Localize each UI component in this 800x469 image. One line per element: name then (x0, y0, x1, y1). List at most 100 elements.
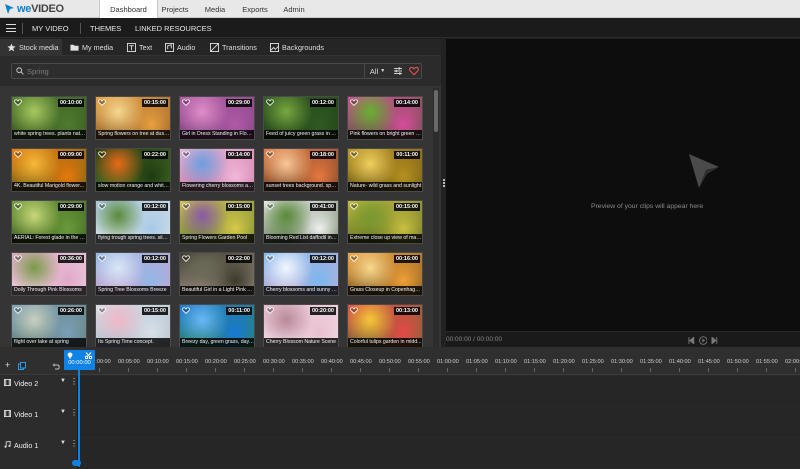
copy-icon[interactable] (18, 362, 26, 370)
chevron-down-icon[interactable]: ▼ (60, 409, 66, 415)
favorite-heart-icon[interactable] (266, 203, 274, 210)
stock-clip-tile[interactable]: 00:29:00 AERIAL: Forest glade in the sun (11, 200, 87, 244)
search-input[interactable] (27, 65, 347, 77)
stock-clip-tile[interactable]: 00:15:00 Spring flowers on tree at dusk..… (95, 96, 171, 140)
stock-clip-tile[interactable]: 00:11:00 Breezy day, green grass, day, s.… (179, 304, 255, 347)
preview-timecode: 00:00:00 / 00:00:00 (446, 336, 503, 343)
scroll-thumb[interactable] (434, 90, 438, 132)
stock-clip-tile[interactable]: 00:12:00 Spring Tree Blossoms Breeze (95, 252, 171, 296)
stock-clip-tile[interactable]: 00:14:00 Pink flowers on bright green gr.… (347, 96, 423, 140)
stock-clip-tile[interactable]: 00:10:00 white spring trees. plants natu.… (11, 96, 87, 140)
kebab-menu-icon[interactable]: ⋮ (70, 409, 78, 417)
stock-clip-tile[interactable]: 00:13:00 Colorful tulips garden in midd..… (347, 304, 423, 347)
tab-transitions[interactable]: Transitions (210, 39, 257, 56)
stock-clip-tile[interactable]: 00:14:00 Flowering cherry blossoms and... (179, 148, 255, 192)
stock-clip-tile[interactable]: 00:12:00 Cherry blossoms and sunny sk... (263, 252, 339, 296)
track-drop-zone[interactable] (80, 438, 800, 468)
ruler-tick-mark (302, 368, 303, 372)
tab-label: Audio (177, 43, 196, 52)
stock-clip-tile[interactable]: 00:12:00 flying trough spring trees. silh… (95, 200, 171, 244)
tab-my-media[interactable]: My media (70, 39, 113, 56)
favorite-heart-icon[interactable] (182, 203, 190, 210)
stock-clip-tile[interactable]: 00:11:00 Nature- wild grass and sunlight (347, 148, 423, 192)
stock-clip-tile[interactable]: 00:16:00 Grass Closeup in Copenhagen, ... (347, 252, 423, 296)
skip-forward-icon[interactable] (711, 336, 718, 344)
add-track-button[interactable]: + (5, 360, 10, 370)
favorite-heart-icon[interactable] (98, 203, 106, 210)
scissors-icon[interactable] (85, 352, 92, 359)
favorite-heart-icon[interactable] (98, 255, 106, 262)
grid-scrollbar[interactable] (433, 88, 439, 347)
topnav-projects[interactable]: Projects (158, 0, 192, 18)
chevron-down-icon[interactable]: ▼ (60, 440, 66, 446)
favorite-heart-icon[interactable] (14, 307, 22, 314)
stock-clip-tile[interactable]: 00:36:00 Dolly Through Pink Blossoms (11, 252, 87, 296)
sliders-icon[interactable] (393, 66, 403, 76)
tab-stock-media[interactable]: Stock media (0, 39, 62, 56)
favorite-heart-icon[interactable] (182, 151, 190, 158)
stock-clip-tile[interactable]: 00:22:00 Beautiful Girl in a Light Pink D… (179, 252, 255, 296)
stock-clip-tile[interactable]: 00:26:00 flight over lake at spring (11, 304, 87, 347)
stock-clip-tile[interactable]: 00:15:00 Extreme close up view of mars... (347, 200, 423, 244)
favorite-heart-icon[interactable] (350, 203, 358, 210)
themes-menu[interactable]: THEMES (90, 19, 121, 38)
favorite-heart-icon[interactable] (14, 99, 22, 106)
favorite-heart-icon[interactable] (14, 255, 22, 262)
stock-clip-tile[interactable]: 00:12:00 Feed of juicy green grass in wo.… (263, 96, 339, 140)
stock-clip-tile[interactable]: 00:22:00 slow motion orange and white ... (95, 148, 171, 192)
ruler-tick-mark (215, 368, 216, 372)
track-drop-zone[interactable] (80, 376, 800, 406)
film-icon (4, 410, 11, 417)
topnav-exports[interactable]: Exports (238, 0, 272, 18)
favorite-heart-icon[interactable] (350, 151, 358, 158)
ruler-tick-label: 01:25:00 (582, 359, 604, 365)
wevideo-logo[interactable]: we VIDEO (5, 2, 64, 16)
favorite-heart-icon[interactable] (98, 307, 106, 314)
track-drop-zone[interactable] (80, 407, 800, 437)
clip-duration: 00:18:00 (309, 151, 336, 159)
favorite-heart-icon[interactable] (182, 255, 190, 262)
undo-icon[interactable] (52, 362, 60, 370)
favorite-heart-icon[interactable] (14, 151, 22, 158)
playhead-marker[interactable]: 00:00:00 (64, 350, 95, 370)
play-icon[interactable] (698, 335, 708, 345)
favorite-heart-icon[interactable] (266, 99, 274, 106)
hamburger-menu-icon[interactable] (6, 24, 16, 32)
stock-clip-tile[interactable]: 00:09:00 4K. Beautiful Marigold flower... (11, 148, 87, 192)
favorite-heart-icon[interactable] (182, 307, 190, 314)
tab-backgrounds[interactable]: Backgrounds (270, 39, 324, 56)
linked-resources-menu[interactable]: LINKED RESOURCES (135, 19, 212, 38)
favorite-heart-icon[interactable] (182, 99, 190, 106)
topnav-media[interactable]: Media (198, 0, 232, 18)
stock-clip-tile[interactable]: 00:29:00 Girl in Dress Standing in Flowe.… (179, 96, 255, 140)
favorite-heart-icon[interactable] (350, 99, 358, 106)
favorite-heart-icon[interactable] (98, 151, 106, 158)
favorite-heart-icon[interactable] (266, 255, 274, 262)
favorite-heart-icon[interactable] (266, 151, 274, 158)
playhead-handle[interactable] (72, 460, 81, 466)
tab-text[interactable]: Text (127, 39, 152, 56)
favorite-heart-icon[interactable] (350, 255, 358, 262)
stock-clip-tile[interactable]: 00:20:00 Cherry Blossom Nature Scene (263, 304, 339, 347)
favorite-heart-icon[interactable] (14, 203, 22, 210)
topnav-admin[interactable]: Admin (278, 0, 310, 18)
kebab-menu-icon[interactable]: ⋮ (70, 440, 78, 448)
tab-audio[interactable]: Audio (165, 39, 195, 56)
kebab-menu-icon[interactable]: ⋮ (70, 378, 78, 386)
clip-duration: 00:15:00 (225, 203, 252, 211)
clip-caption: white spring trees. plants natu... (12, 130, 86, 139)
favorite-heart-icon[interactable] (350, 307, 358, 314)
playhead-line[interactable] (78, 370, 80, 467)
topnav-dashboard[interactable]: Dashboard (99, 0, 158, 18)
filter-dropdown[interactable]: All ▼ (364, 64, 390, 78)
stock-clip-tile[interactable]: 00:15:00 Its Spring Time concept. (95, 304, 171, 347)
my-video-menu[interactable]: MY VIDEO (32, 19, 69, 38)
stock-clip-tile[interactable]: 00:18:00 sunset trees background. spra... (263, 148, 339, 192)
heart-icon[interactable] (409, 66, 419, 76)
favorite-heart-icon[interactable] (98, 99, 106, 106)
chevron-down-icon[interactable]: ▼ (60, 378, 66, 384)
stock-clip-tile[interactable]: 00:15:00 Spring Flowers Garden Pool (179, 200, 255, 244)
favorite-heart-icon[interactable] (266, 307, 274, 314)
stock-clip-tile[interactable]: 00:41:00 Blooming Red List daffodil in t.… (263, 200, 339, 244)
skip-back-icon[interactable] (688, 336, 695, 344)
